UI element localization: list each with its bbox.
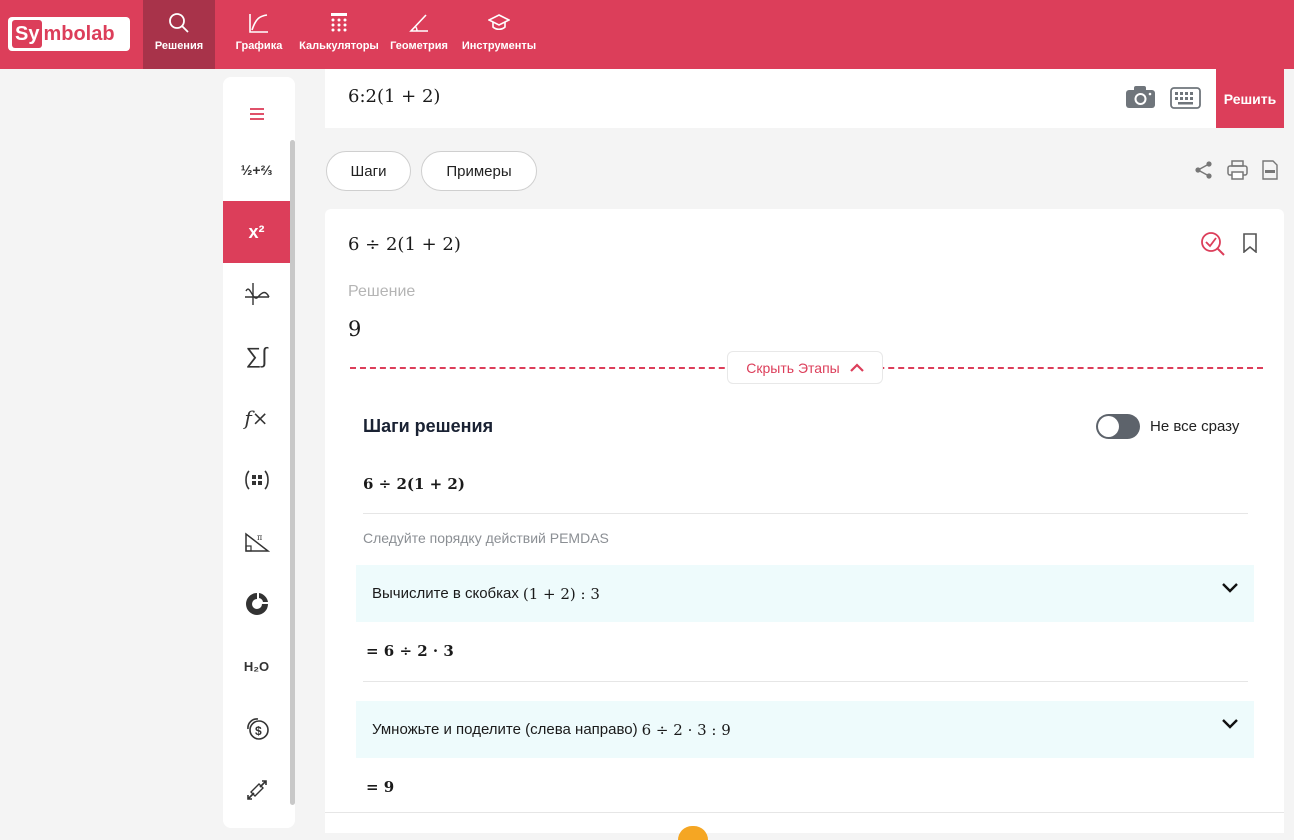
steps-title: Шаги решения bbox=[363, 416, 494, 436]
sidebar-item-calculus[interactable]: ∑∫ bbox=[223, 325, 290, 387]
menu-icon bbox=[249, 108, 264, 120]
nav-graphing[interactable]: Графика bbox=[230, 0, 288, 69]
calculator-icon bbox=[331, 13, 347, 32]
step-math: (1 + 2) : 3 bbox=[522, 584, 600, 603]
svg-text:π: π bbox=[257, 533, 262, 542]
chevron-down-icon bbox=[1222, 583, 1238, 593]
graduation-cap-icon bbox=[488, 14, 510, 31]
nav-calculators[interactable]: Калькуляторы bbox=[297, 0, 381, 69]
functions-graph-icon bbox=[244, 283, 270, 305]
verify-button[interactable] bbox=[1200, 231, 1226, 262]
sidebar-item-fractions[interactable]: ½+⅔ bbox=[223, 139, 290, 201]
step-result: = 6 ÷ 2 · 3 bbox=[366, 642, 454, 660]
check-search-icon bbox=[1201, 232, 1225, 256]
share-icon bbox=[1195, 161, 1212, 179]
print-button[interactable] bbox=[1227, 160, 1248, 185]
algebra-icon: x² bbox=[248, 221, 265, 242]
keyboard-icon bbox=[1170, 87, 1201, 109]
trigonometry-icon: π bbox=[244, 532, 270, 552]
sidebar-item-function[interactable]: f× bbox=[223, 387, 290, 449]
share-button[interactable] bbox=[1194, 160, 1214, 185]
step-description: Вычислите в скобках bbox=[372, 585, 519, 602]
sidebar-item-trigonometry[interactable]: π bbox=[223, 511, 290, 573]
sidebar-item-algebra[interactable]: x² bbox=[223, 201, 290, 263]
step-row[interactable]: Вычислите в скобках (1 + 2) : 3 bbox=[356, 565, 1254, 622]
graph-icon bbox=[249, 14, 268, 33]
search-icon bbox=[169, 13, 189, 33]
nav-geometry[interactable]: Геометрия bbox=[388, 0, 450, 69]
toggle-knob bbox=[1098, 416, 1119, 437]
logo-prefix: Sy bbox=[12, 20, 43, 48]
sidebar-item-conversions[interactable] bbox=[223, 759, 290, 821]
expression-input[interactable]: 6:2(1 + 2) bbox=[348, 86, 440, 107]
sidebar-item-statistics[interactable] bbox=[223, 573, 290, 635]
sum-integral-icon: ∑∫ bbox=[245, 343, 268, 368]
step-expression: 6 ÷ 2(1 + 2) bbox=[363, 475, 465, 493]
tab-steps[interactable]: Шаги bbox=[326, 151, 411, 191]
step-row[interactable]: Умножьте и поделите (слева направо) 6 ÷ … bbox=[356, 701, 1254, 758]
camera-button[interactable] bbox=[1125, 85, 1156, 114]
hide-steps-label: Скрыть Этапы bbox=[746, 359, 840, 376]
nav-calculators-label: Калькуляторы bbox=[299, 40, 379, 52]
nav-solutions[interactable]: Решения bbox=[143, 0, 215, 69]
svg-text:$: $ bbox=[255, 724, 262, 738]
divider bbox=[325, 812, 1284, 813]
sidebar-scrollbar[interactable] bbox=[290, 140, 295, 805]
solve-button[interactable]: Решить bbox=[1216, 69, 1284, 128]
pdf-button[interactable] bbox=[1262, 160, 1278, 185]
tab-examples[interactable]: Примеры bbox=[421, 151, 537, 191]
chemistry-icon: H₂O bbox=[243, 658, 270, 674]
nav-solutions-label: Решения bbox=[154, 40, 204, 52]
sidebar-menu[interactable] bbox=[223, 83, 290, 145]
toggle-label: Не все сразу bbox=[1150, 418, 1240, 435]
one-step-toggle[interactable] bbox=[1096, 414, 1140, 439]
sidebar-item-finance[interactable]: $ bbox=[223, 697, 290, 759]
nav-tools[interactable]: Инструменты bbox=[460, 0, 538, 69]
nav-graphing-label: Графика bbox=[235, 40, 283, 52]
rule-text: Следуйте порядку действий PEMDAS bbox=[363, 530, 609, 546]
step-result: = 9 bbox=[366, 778, 395, 796]
divider bbox=[363, 513, 1248, 514]
pdf-icon bbox=[1262, 160, 1278, 180]
angle-icon bbox=[409, 14, 428, 32]
problem-expression: 6 ÷ 2(1 + 2) bbox=[348, 234, 461, 255]
nav-tools-label: Инструменты bbox=[461, 40, 537, 52]
sidebar-item-chemistry[interactable]: H₂O bbox=[223, 635, 290, 697]
solution-value: 9 bbox=[348, 317, 362, 341]
statistics-icon bbox=[245, 593, 268, 615]
chevron-up-icon bbox=[849, 363, 864, 372]
matrix-icon bbox=[244, 470, 269, 490]
logo-text: mbolab bbox=[43, 22, 115, 45]
sidebar-item-matrix[interactable] bbox=[223, 449, 290, 511]
keyboard-button[interactable] bbox=[1170, 87, 1201, 114]
print-icon bbox=[1227, 160, 1248, 180]
bookmark-icon bbox=[1243, 233, 1257, 254]
conversions-icon bbox=[246, 780, 267, 800]
finance-icon: $ bbox=[246, 718, 269, 740]
bookmark-button[interactable] bbox=[1242, 233, 1258, 258]
symbolab-logo[interactable]: Sy mbolab bbox=[8, 17, 130, 51]
sidebar-item-functions-graph[interactable] bbox=[223, 263, 290, 325]
fractions-icon: ½+⅔ bbox=[240, 162, 273, 178]
chevron-down-icon bbox=[1222, 719, 1238, 729]
function-icon: f× bbox=[244, 406, 269, 430]
hide-steps-button[interactable]: Скрыть Этапы bbox=[727, 351, 883, 384]
step-description: Умножьте и поделите (слева направо) bbox=[372, 721, 638, 738]
camera-icon bbox=[1126, 86, 1155, 108]
divider bbox=[363, 681, 1248, 682]
solution-label: Решение bbox=[348, 283, 416, 300]
nav-geometry-label: Геометрия bbox=[390, 40, 448, 52]
step-math: 6 ÷ 2 · 3 : 9 bbox=[641, 720, 731, 739]
